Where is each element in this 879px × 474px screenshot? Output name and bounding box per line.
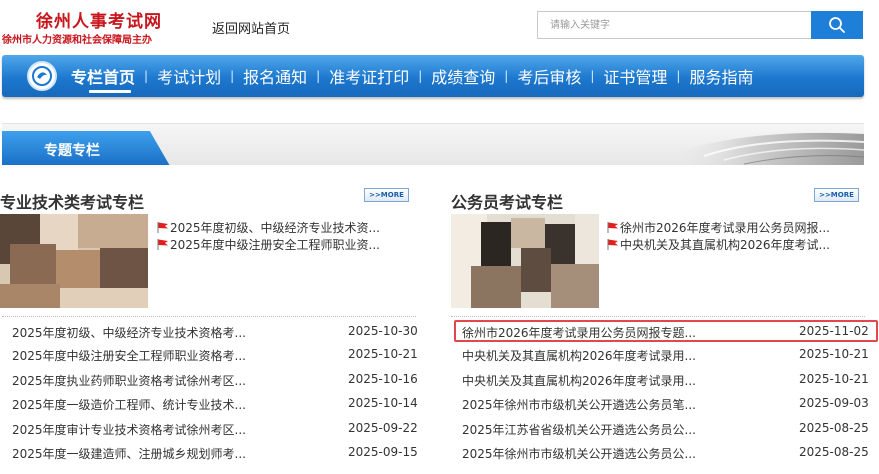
search-icon	[829, 17, 845, 33]
featured-title: 2025年度中级注册安全工程师职业资...	[170, 238, 380, 252]
nav-item-admission-print[interactable]: 准考证打印	[329, 64, 409, 88]
nav-emblem-icon	[27, 61, 57, 91]
red-flag-icon	[157, 222, 168, 233]
list-item-title: 2025年度审计专业技术资格考试徐州考区...	[12, 423, 246, 437]
search-button[interactable]	[811, 11, 863, 39]
civil-service-featured-item[interactable]: 中央机关及其直属机构2026年度考试...	[607, 236, 830, 253]
featured-title: 中央机关及其直属机构2026年度考试...	[620, 238, 830, 252]
civil-service-more-button[interactable]: >>MORE	[814, 188, 859, 202]
list-item-title: 2025年度初级、中级经济专业技术资格考...	[12, 326, 246, 340]
nav-separator: |	[504, 69, 509, 83]
nav-item-registration[interactable]: 报名通知	[243, 64, 307, 88]
site-subtitle: 徐州市人力资源和社会保障局主办	[2, 35, 152, 46]
civil-service-thumbnail	[451, 214, 599, 308]
list-item-date: 2025-09-15	[348, 445, 418, 459]
nav-item-score-query[interactable]: 成绩查询	[431, 64, 495, 88]
nav-item-home[interactable]: 专栏首页	[71, 64, 135, 93]
nav-separator: |	[418, 69, 423, 83]
list-item-title: 2025年度中级注册安全工程师职业资格考...	[12, 349, 246, 363]
list-item[interactable]: 2025年徐州市市级机关公开遴选公务员笔... 2025-09-03	[462, 394, 869, 414]
list-item[interactable]: 徐州市2026年度考试录用公务员网报专题... 2025-11-02	[462, 322, 869, 342]
featured-title: 2025年度初级、中级经济专业技术资...	[170, 221, 380, 235]
nav-separator: |	[144, 69, 149, 83]
nav-item-certificate[interactable]: 证书管理	[603, 64, 667, 88]
list-item-date: 2025-10-30	[348, 324, 418, 338]
nav-item-service-guide[interactable]: 服务指南	[689, 64, 753, 88]
professional-thumbnail	[0, 214, 148, 308]
list-item-date: 2025-09-03	[799, 396, 869, 410]
home-link[interactable]: 返回网站首页	[212, 18, 290, 37]
list-item[interactable]: 2025年度审计专业技术资格考试徐州考区... 2025-09-22	[12, 419, 418, 439]
list-item-date: 2025-08-25	[799, 445, 869, 459]
professional-exam-column-title: 专业技术类考试专栏	[0, 193, 145, 212]
list-item-title: 中央机关及其直属机构2026年度考试录用...	[462, 374, 696, 388]
list-item[interactable]: 2025年徐州市市级机关公开遴选公务员公... 2025-08-25	[462, 443, 869, 463]
list-item[interactable]: 2025年度一级造价工程师、统计专业技术... 2025-10-14	[12, 394, 418, 414]
topic-banner: 专题专栏	[2, 123, 864, 165]
list-item-title: 2025年度一级造价工程师、统计专业技术...	[12, 398, 246, 412]
civil-service-column-title: 公务员考试专栏	[451, 193, 564, 212]
banner-label: 专题专栏	[44, 143, 100, 159]
list-item-date: 2025-10-16	[348, 372, 418, 386]
professional-featured-item[interactable]: 2025年度初级、中级经济专业技术资...	[157, 219, 380, 236]
list-item-date: 2025-10-21	[799, 347, 869, 361]
divider	[451, 316, 865, 317]
red-flag-icon	[157, 239, 168, 250]
list-item-title: 徐州市2026年度考试录用公务员网报专题...	[462, 326, 696, 340]
search-input[interactable]	[537, 11, 811, 39]
list-item-title: 中央机关及其直属机构2026年度考试录用...	[462, 349, 696, 363]
red-flag-icon	[607, 239, 618, 250]
site-title: 徐州人事考试网	[36, 12, 162, 32]
list-item-date: 2025-11-02	[799, 324, 869, 338]
professional-more-button[interactable]: >>MORE	[364, 188, 409, 202]
professional-featured-item[interactable]: 2025年度中级注册安全工程师职业资...	[157, 236, 380, 253]
list-item-date: 2025-10-14	[348, 396, 418, 410]
list-item-date: 2025-10-21	[799, 372, 869, 386]
list-item-date: 2025-08-25	[799, 421, 869, 435]
nav-item-post-exam-review[interactable]: 考后审核	[517, 64, 581, 88]
red-flag-icon	[607, 222, 618, 233]
list-item-title: 2025年度一级建造师、注册城乡规划师考...	[12, 447, 246, 461]
main-nav: 专栏首页 | 考试计划 | 报名通知 | 准考证打印 | 成绩查询 | 考后审核…	[2, 55, 864, 97]
nav-separator: |	[590, 69, 595, 83]
list-item[interactable]: 2025年江苏省省级机关公开遴选公务员公... 2025-08-25	[462, 419, 869, 439]
list-item-title: 2025年江苏省省级机关公开遴选公务员公...	[462, 423, 696, 437]
book-image	[674, 132, 864, 165]
divider	[2, 316, 416, 317]
nav-separator: |	[676, 69, 681, 83]
list-item[interactable]: 中央机关及其直属机构2026年度考试录用... 2025-10-21	[462, 370, 869, 390]
list-item-title: 2025年徐州市市级机关公开遴选公务员笔...	[462, 398, 696, 412]
nav-item-exam-plan[interactable]: 考试计划	[157, 64, 221, 88]
list-item-title: 2025年度执业药师职业资格考试徐州考区...	[12, 374, 246, 388]
list-item[interactable]: 2025年度中级注册安全工程师职业资格考... 2025-10-21	[12, 345, 418, 365]
list-item[interactable]: 2025年度一级建造师、注册城乡规划师考... 2025-09-15	[12, 443, 418, 463]
nav-separator: |	[316, 69, 321, 83]
nav-separator: |	[230, 69, 235, 83]
list-item[interactable]: 2025年度执业药师职业资格考试徐州考区... 2025-10-16	[12, 370, 418, 390]
list-item-date: 2025-10-21	[348, 347, 418, 361]
list-item[interactable]: 中央机关及其直属机构2026年度考试录用... 2025-10-21	[462, 345, 869, 365]
list-item-title: 2025年徐州市市级机关公开遴选公务员公...	[462, 447, 696, 461]
featured-title: 徐州市2026年度考试录用公务员网报...	[620, 221, 830, 235]
list-item[interactable]: 2025年度初级、中级经济专业技术资格考... 2025-10-30	[12, 322, 418, 342]
list-item-date: 2025-09-22	[348, 421, 418, 435]
civil-service-featured-item[interactable]: 徐州市2026年度考试录用公务员网报...	[607, 219, 830, 236]
